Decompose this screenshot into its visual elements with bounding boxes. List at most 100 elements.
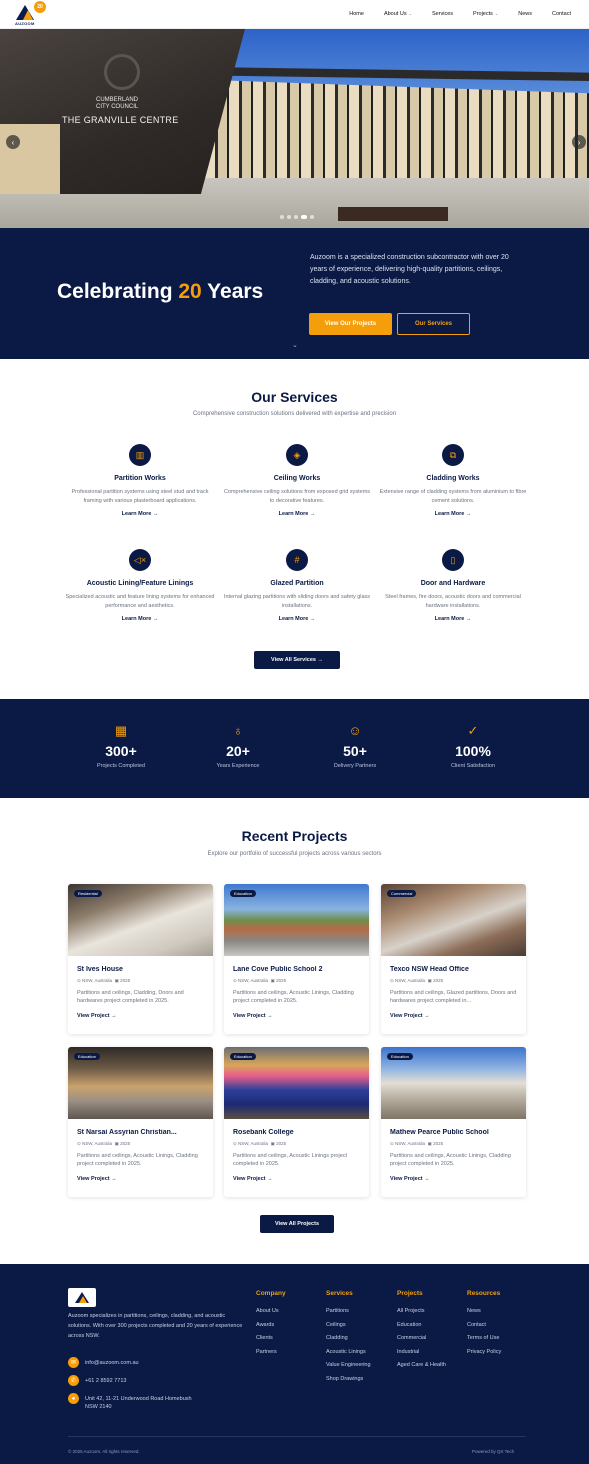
- site-logo[interactable]: 20 AUZOOM: [14, 1, 54, 27]
- project-title: Lane Cove Public School 2: [233, 966, 323, 973]
- scroll-down-icon[interactable]: ⌄: [292, 341, 298, 349]
- footer-logo[interactable]: [68, 1288, 96, 1307]
- service-card: ▥ Partition Works Professional partition…: [65, 444, 215, 517]
- footer-link[interactable]: Contact: [467, 1322, 501, 1328]
- project-title: St Ives House: [77, 966, 123, 973]
- footer-link[interactable]: Awards: [256, 1322, 286, 1328]
- calendar-icon: ▣: [270, 978, 275, 983]
- learn-more-link[interactable]: Learn More →: [65, 616, 215, 622]
- footer-link[interactable]: Acoustic Linings: [326, 1349, 371, 1355]
- nav-home[interactable]: Home: [339, 11, 374, 17]
- learn-more-link[interactable]: Learn More →: [222, 616, 372, 622]
- nav-services[interactable]: Services: [422, 11, 463, 17]
- view-project-link[interactable]: View Project →: [390, 1013, 526, 1019]
- view-project-link[interactable]: View Project →: [233, 1013, 369, 1019]
- project-title: Texco NSW Head Office: [390, 966, 469, 973]
- view-project-link[interactable]: View Project →: [77, 1176, 213, 1182]
- top-navbar: 20 AUZOOM Home About Us ⌄ Services Projec…: [0, 0, 589, 29]
- footer-link[interactable]: Education: [397, 1322, 446, 1328]
- stat-label: Client Satisfaction: [450, 763, 496, 769]
- powered-by-link[interactable]: Powered by QX Tech: [472, 1449, 514, 1454]
- view-all-projects-button[interactable]: View All Projects: [260, 1215, 334, 1233]
- footer-link[interactable]: Terms of Use: [467, 1335, 501, 1341]
- project-description: Partitions and ceilings, Acoustic Lining…: [233, 1153, 348, 1167]
- door-icon: ▯: [442, 549, 464, 571]
- project-card[interactable]: Education Lane Cove Public School 2 ⊙ NS…: [224, 884, 369, 1034]
- project-card[interactable]: Education Mathew Pearce Public School ⊙ …: [381, 1047, 526, 1197]
- footer-link[interactable]: News: [467, 1308, 501, 1314]
- view-project-link[interactable]: View Project →: [390, 1176, 526, 1182]
- footer-phone[interactable]: ✆ +61 2 8592 7713: [68, 1375, 126, 1386]
- footer-link[interactable]: Privacy Policy: [467, 1349, 501, 1355]
- council-emblem: [104, 54, 140, 90]
- carousel-next-button[interactable]: ›: [572, 135, 586, 149]
- footer-link[interactable]: Cladding: [326, 1335, 371, 1341]
- stat-partners: ☺ 50+ Delivery Partners: [300, 723, 410, 769]
- learn-more-link[interactable]: Learn More →: [378, 616, 528, 622]
- calendar-icon: ▣: [114, 978, 119, 983]
- project-title: St Narsai Assyrian Christian...: [77, 1129, 177, 1136]
- footer-link[interactable]: Ceilings: [326, 1322, 371, 1328]
- nav-projects[interactable]: Projects ⌄: [463, 11, 508, 17]
- learn-more-link[interactable]: Learn More →: [222, 511, 372, 517]
- project-description: Partitions and ceilings, Cladding, Doors…: [77, 990, 184, 1004]
- carousel-dot-active[interactable]: [301, 215, 307, 219]
- acoustic-speaker-icon: ◁×: [129, 549, 151, 571]
- carousel-dot[interactable]: [294, 215, 298, 219]
- footer-column-title: Services: [326, 1290, 353, 1297]
- nav-contact[interactable]: Contact: [542, 11, 581, 17]
- our-services-button[interactable]: Our Services: [397, 313, 470, 335]
- service-description: Comprehensive ceiling solutions from exp…: [223, 489, 371, 504]
- nav-news[interactable]: News: [508, 11, 542, 17]
- logo-accent-icon: [23, 10, 33, 20]
- footer-column-resources: Resources News Contact Terms of Use Priv…: [467, 1290, 501, 1362]
- services-subtitle: Comprehensive construction solutions del…: [192, 411, 397, 417]
- project-card[interactable]: Education Rosebank College ⊙ NSW, Austra…: [224, 1047, 369, 1197]
- project-card[interactable]: Residential St Ives House ⊙ NSW, Austral…: [68, 884, 213, 1034]
- footer-link[interactable]: Clients: [256, 1335, 286, 1341]
- view-project-link[interactable]: View Project →: [77, 1013, 213, 1019]
- learn-more-link[interactable]: Learn More →: [378, 511, 528, 517]
- footer-link[interactable]: All Projects: [397, 1308, 446, 1314]
- carousel-prev-button[interactable]: ‹: [6, 135, 20, 149]
- carousel-dot[interactable]: [310, 215, 314, 219]
- footer-link[interactable]: Shop Drawings: [326, 1376, 371, 1382]
- hero-image-bench: [338, 207, 448, 221]
- footer-link[interactable]: About Us: [256, 1308, 286, 1314]
- building-icon: ▦: [114, 723, 128, 738]
- stat-value: 300+: [105, 743, 137, 759]
- nav-about-us[interactable]: About Us ⌄: [374, 11, 422, 17]
- footer-link[interactable]: Partitions: [326, 1308, 371, 1314]
- view-project-link[interactable]: View Project →: [233, 1176, 369, 1182]
- service-title: Partition Works: [114, 475, 166, 482]
- logo-badge: 20: [34, 1, 46, 13]
- footer-link[interactable]: Industrial: [397, 1349, 446, 1355]
- map-pin-icon: ●: [68, 1393, 79, 1404]
- footer-address: ● Unit 42, 11-21 Underwood Road Homebush …: [68, 1393, 195, 1411]
- project-card[interactable]: Commercial Texco NSW Head Office ⊙ NSW, …: [381, 884, 526, 1034]
- footer-link[interactable]: Aged Care & Health: [397, 1362, 446, 1368]
- project-card[interactable]: Education St Narsai Assyrian Christian..…: [68, 1047, 213, 1197]
- footer-link[interactable]: Value Engineering: [326, 1362, 371, 1368]
- location-pin-icon: ⊙: [390, 1141, 394, 1146]
- carousel-dot[interactable]: [287, 215, 291, 219]
- view-our-projects-button[interactable]: View Our Projects: [309, 313, 392, 335]
- stat-label: Projects Completed: [97, 763, 145, 769]
- category-badge: Residential: [74, 890, 102, 897]
- footer-link[interactable]: Commercial: [397, 1335, 446, 1341]
- project-meta: ⊙ NSW, Australia ▣ 2025: [77, 978, 131, 983]
- footer-email[interactable]: ✉ info@auzoom.com.au: [68, 1357, 139, 1368]
- council-sign: CUMBERLAND CITY COUNCIL: [96, 97, 139, 110]
- stat-projects: ▦ 300+ Projects Completed: [66, 723, 176, 769]
- phone-icon: ✆: [68, 1375, 79, 1386]
- service-description: Internal glazing partitions with sliding…: [223, 594, 371, 609]
- view-all-services-button[interactable]: View All Services →: [254, 651, 340, 669]
- project-meta: ⊙ NSW, Australia ▣ 2025: [390, 978, 444, 983]
- footer-link[interactable]: Partners: [256, 1349, 286, 1355]
- footer-column-services: Services Partitions Ceilings Cladding Ac…: [326, 1290, 371, 1389]
- project-description: Partitions and ceilings, Acoustic Lining…: [390, 1153, 511, 1167]
- learn-more-link[interactable]: Learn More →: [65, 511, 215, 517]
- carousel-dot[interactable]: [280, 215, 284, 219]
- chevron-down-icon: ⌄: [408, 11, 412, 16]
- service-description: Steel frames, fire doors, acoustic doors…: [385, 594, 521, 609]
